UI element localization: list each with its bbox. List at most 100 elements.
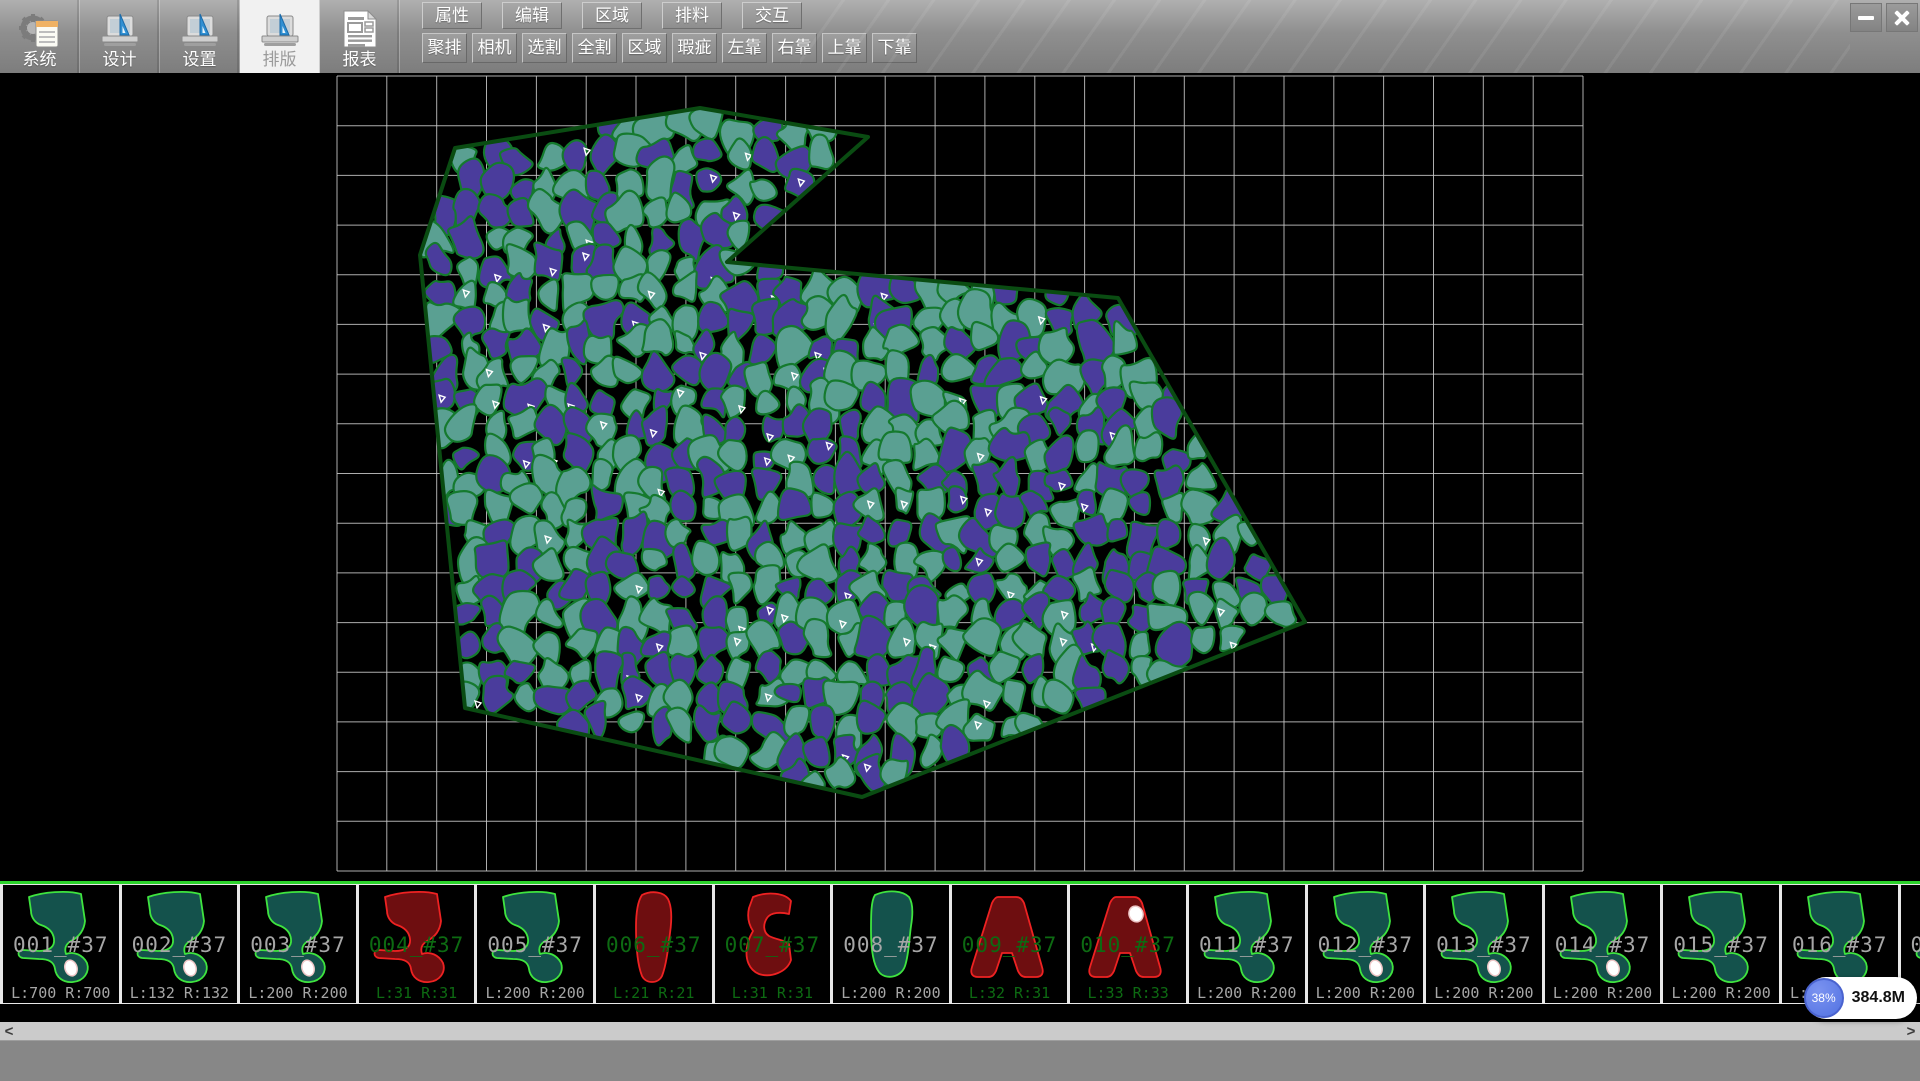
piece-lr-count: L:200 R:200 [1189,984,1305,1002]
tool-button-5[interactable]: 区域 [622,33,667,63]
memory-badge[interactable]: 38% 384.8M [1805,977,1917,1019]
piece-name: 015_#37 [1663,933,1779,957]
piece-lr-count: L:200 R:200 [1545,984,1661,1002]
piece-thumbnail-002_#37[interactable]: 002_#37 L:132 R:132 [122,885,241,1003]
layout-icon [256,0,304,49]
nested-pieces [420,102,1296,802]
nav-tab-2[interactable]: 设计 [80,0,160,73]
menu-item-2[interactable]: 编辑 [502,2,562,29]
report-icon [336,0,384,49]
window-controls [1850,3,1918,30]
app-window: 系统设计设置排版报表 属性编辑区域排料交互 聚排相机选割全割区域瑕疵左靠右靠上靠… [0,0,1920,1080]
scroll-right-arrow[interactable]: > [1902,1022,1920,1040]
tool-button-1[interactable]: 聚排 [422,33,467,63]
piece-lr-count: L:200 R:200 [240,984,356,1002]
nav-tab-1[interactable]: 系统 [0,0,80,73]
minimize-button[interactable] [1850,3,1882,32]
tool-button-4[interactable]: 全割 [572,33,617,63]
piece-thumbnail-012_#37[interactable]: 012_#37 L:200 R:200 [1308,885,1427,1003]
piece-thumbnail-013_#37[interactable]: 013_#37 L:200 R:200 [1426,885,1545,1003]
piece-name: 006_#37 [596,933,712,957]
tool-button-2[interactable]: 相机 [472,33,517,63]
scroll-left-arrow[interactable]: < [0,1022,18,1040]
strip-gap [0,1004,1920,1022]
piece-thumbnail-011_#37[interactable]: 011_#37 L:200 R:200 [1189,885,1308,1003]
nav-tab-label: 排版 [263,49,297,71]
horizontal-scrollbar[interactable]: < > [0,1022,1920,1040]
piece-lr-count: L:33 R:33 [1070,984,1186,1002]
menu-item-1[interactable]: 属性 [422,2,482,29]
piece-name: 001_#37 [3,933,119,957]
piece-name: 007_#37 [715,933,831,957]
tool-button-9[interactable]: 上靠 [822,33,867,63]
canvas-svg [0,73,1920,881]
piece-name: 012_#37 [1308,933,1424,957]
tool-button-7[interactable]: 左靠 [722,33,767,63]
piece-thumbnail-001_#37[interactable]: 001_#37 L:700 R:700 [3,885,122,1003]
piece-thumbnail-010_#37[interactable]: 010_#37 L:33 R:33 [1070,885,1189,1003]
close-button[interactable] [1886,3,1918,32]
nav-tab-label: 设计 [103,49,137,71]
piece-lr-count: L:21 R:21 [596,984,712,1002]
piece-name: 014_#37 [1545,933,1661,957]
piece-name: 008_#37 [833,933,949,957]
menu-item-4[interactable]: 排料 [662,2,722,29]
piece-lr-count: L:200 R:200 [1663,984,1779,1002]
status-bar [0,1040,1920,1081]
piece-name: 011_#37 [1189,933,1305,957]
tool-button-3[interactable]: 选割 [522,33,567,63]
nesting-canvas[interactable] [0,73,1920,881]
piece-thumbnail-007_#37[interactable]: 007_#37 L:31 R:31 [715,885,834,1003]
piece-thumbnail-009_#37[interactable]: 009_#37 L:32 R:31 [952,885,1071,1003]
piece-name: 009_#37 [952,933,1068,957]
tool-button-6[interactable]: 瑕疵 [672,33,717,63]
tool-button-10[interactable]: 下靠 [872,33,917,63]
piece-lr-count: L:200 R:200 [833,984,949,1002]
progress-percent: 38% [1812,991,1836,1005]
piece-thumbnail-strip: 001_#37L:700 R:700002_#37L:132 R:132003_… [0,884,1920,1004]
nav-tab-4[interactable]: 排版 [240,0,320,73]
minimize-icon [1858,16,1874,20]
nav-tab-label: 设置 [183,49,217,71]
piece-name: 016_#37 [1782,933,1898,957]
tool-button-8[interactable]: 右靠 [772,33,817,63]
piece-lr-count: L:31 R:31 [359,984,475,1002]
nav-tab-label: 系统 [23,49,57,71]
progress-circle: 38% [1804,978,1844,1018]
piece-name: 004_#37 [359,933,475,957]
nav-tab-label: 报表 [343,49,377,71]
piece-thumbnail-003_#37[interactable]: 003_#37 L:200 R:200 [240,885,359,1003]
settings-icon [176,0,224,49]
piece-name: 010_#37 [1070,933,1186,957]
menu-item-5[interactable]: 交互 [742,2,802,29]
piece-lr-count: L:200 R:200 [1308,984,1424,1002]
piece-lr-count: L:31 R:31 [715,984,831,1002]
menu-item-3[interactable]: 区域 [582,2,642,29]
piece-name: 017_#37 [1901,933,1920,957]
piece-lr-count: L:132 R:132 [122,984,238,1002]
design-icon [96,0,144,49]
menu-row: 属性编辑区域排料交互 [422,2,802,29]
piece-thumbnail-005_#37[interactable]: 005_#37 L:200 R:200 [477,885,596,1003]
toolbar: 系统设计设置排版报表 属性编辑区域排料交互 聚排相机选割全割区域瑕疵左靠右靠上靠… [0,0,1920,73]
tool-row: 聚排相机选割全割区域瑕疵左靠右靠上靠下靠 [422,33,917,63]
piece-thumbnail-004_#37[interactable]: 004_#37 L:31 R:31 [359,885,478,1003]
piece-thumbnail-006_#37[interactable]: 006_#37 L:21 R:21 [596,885,715,1003]
nav-tab-5[interactable]: 报表 [320,0,400,73]
piece-thumbnail-014_#37[interactable]: 014_#37 L:200 R:200 [1545,885,1664,1003]
system-icon [16,0,64,49]
piece-thumbnail-015_#37[interactable]: 015_#37 L:200 R:200 [1663,885,1782,1003]
piece-lr-count: L:32 R:31 [952,984,1068,1002]
piece-lr-count: L:200 R:200 [477,984,593,1002]
piece-thumbnail-008_#37[interactable]: 008_#37 L:200 R:200 [833,885,952,1003]
piece-lr-count: L:700 R:700 [3,984,119,1002]
nav-tab-3[interactable]: 设置 [160,0,240,73]
piece-name: 005_#37 [477,933,593,957]
piece-name: 003_#37 [240,933,356,957]
memory-value: 384.8M [1852,989,1905,1007]
piece-lr-count: L:200 R:200 [1426,984,1542,1002]
close-icon [1894,10,1910,26]
piece-name: 013_#37 [1426,933,1542,957]
piece-name: 002_#37 [122,933,238,957]
nav-tabs: 系统 设计 设置 排版 报表 [0,0,400,73]
